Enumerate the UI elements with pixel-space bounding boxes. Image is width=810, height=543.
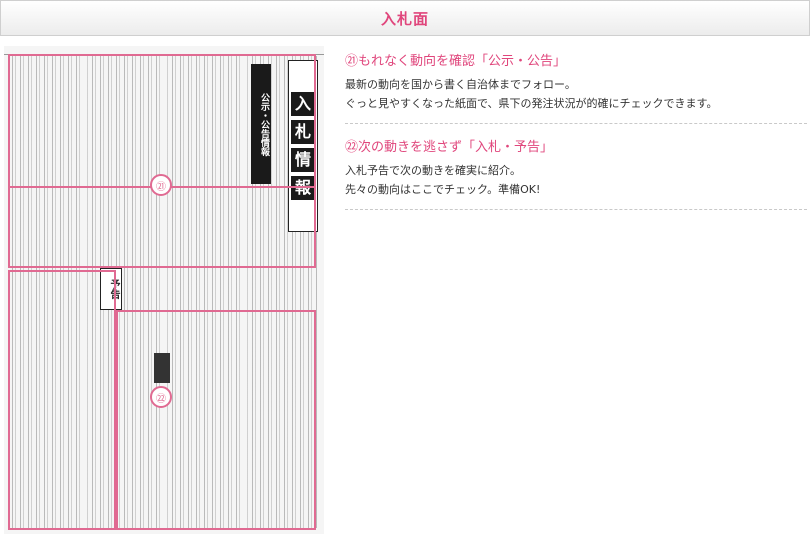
section-22-line-1: 入札予告で次の動きを確実に紹介。 bbox=[345, 164, 521, 177]
section-tag bbox=[154, 353, 170, 383]
section-21-title: ㉑もれなく動向を確認「公示・公告」 bbox=[345, 54, 567, 69]
section-22-line-2: 先々の動向はここでチェック。準備OK! bbox=[345, 183, 541, 196]
section-21-line-1: 最新の動向を国から書く自治体までフォロー。 bbox=[345, 78, 576, 91]
callout-number-21: ㉑ bbox=[150, 174, 172, 196]
koukoku-subtitle-label: 公示・公告情報 bbox=[251, 64, 271, 184]
newspaper-masthead bbox=[4, 46, 324, 55]
nyusatsu-joho-title: 入 札 情 報 bbox=[288, 60, 318, 232]
section-22-title: ㉒次の動きを逃さず「入札・予告」 bbox=[345, 140, 554, 155]
yokoku-label: 予告 bbox=[100, 268, 122, 310]
callout-number-22: ㉒ bbox=[150, 386, 172, 408]
feature-descriptions: ㉑もれなく動向を確認「公示・公告」 最新の動向を国から書く自治体までフォロー。 … bbox=[345, 50, 807, 222]
section-21: ㉑もれなく動向を確認「公示・公告」 最新の動向を国から書く自治体までフォロー。 … bbox=[345, 50, 807, 124]
page-title: 入札面 bbox=[380, 9, 429, 28]
newspaper-image: 公示・公告情報 入 札 情 報 予告 ㉑ ㉒ bbox=[4, 46, 324, 534]
page-header: 入札面 bbox=[0, 0, 810, 36]
section-21-line-2: ぐっと見やすくなった紙面で、県下の発注状況が的確にチェックできます。 bbox=[345, 97, 718, 110]
section-22: ㉒次の動きを逃さず「入札・予告」 入札予告で次の動きを確実に紹介。 先々の動向は… bbox=[345, 136, 807, 210]
